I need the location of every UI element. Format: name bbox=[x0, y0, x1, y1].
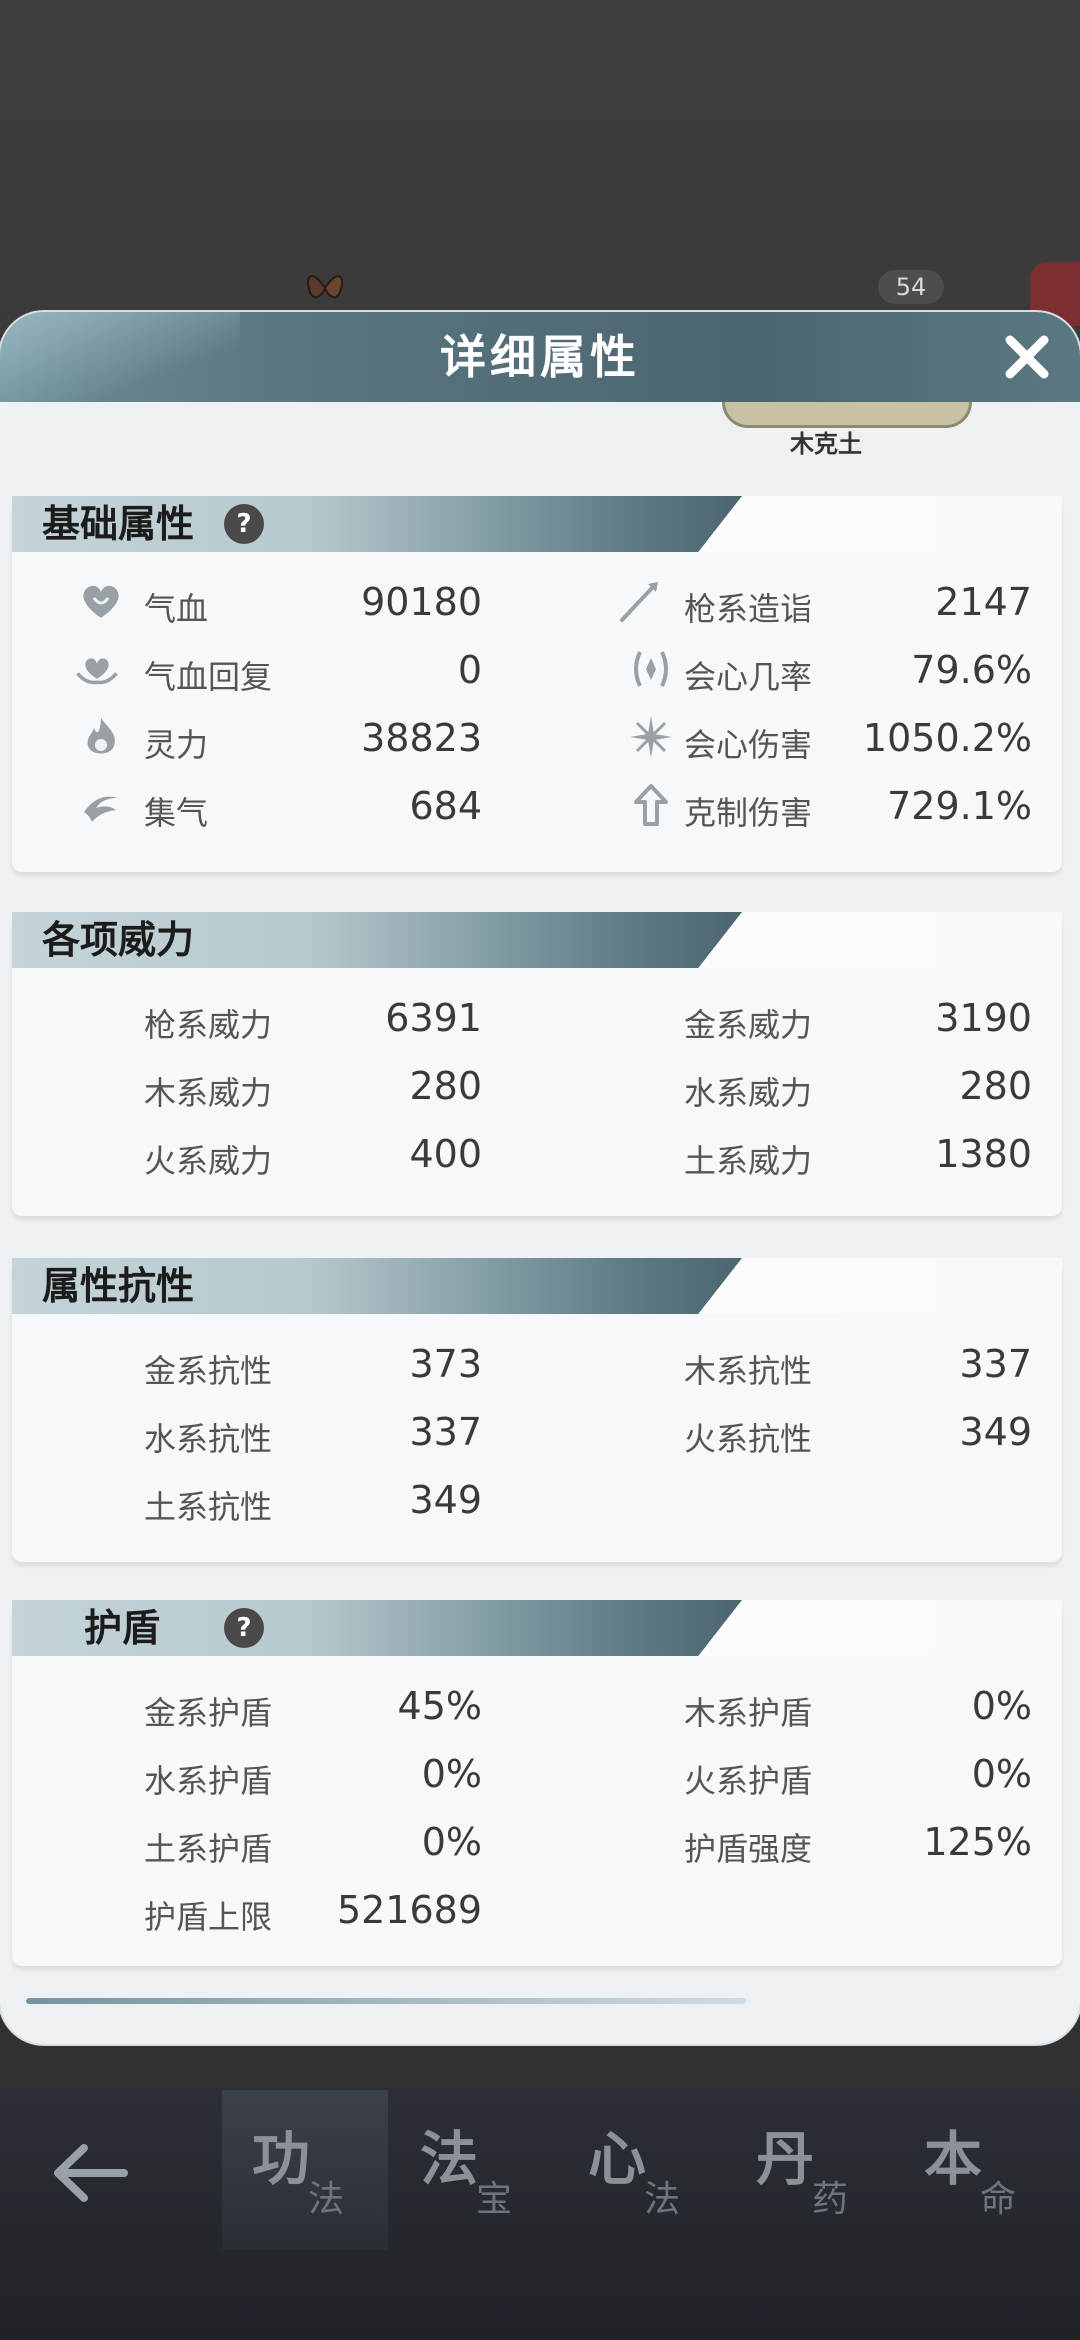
stat-value: 38823 bbox=[361, 716, 482, 760]
stat-label: 克制伤害 bbox=[684, 794, 813, 832]
basic-attributes-section: 基础属性 ? 气血 90180 气血回复 0 灵力 38823 集气 684 枪… bbox=[12, 496, 1062, 872]
nav-tab-danyao[interactable]: 丹 药 bbox=[726, 2090, 892, 2250]
emblem-label: 木克土 bbox=[790, 430, 862, 458]
stat-label: 护盾强度 bbox=[684, 1830, 813, 1868]
stat-value: 6391 bbox=[385, 996, 482, 1040]
nav-tab-gongfa[interactable]: 功 法 bbox=[222, 2090, 388, 2250]
stat-value: 337 bbox=[959, 1342, 1032, 1386]
stat-label: 金系抗性 bbox=[144, 1352, 273, 1390]
stat-value: 45% bbox=[397, 1684, 482, 1728]
nav-tab-small: 法 bbox=[308, 2179, 345, 2220]
stat-value: 2147 bbox=[935, 580, 1032, 624]
stat-value: 521689 bbox=[336, 1888, 482, 1932]
stat-value: 0% bbox=[971, 1684, 1032, 1728]
crit-burst-icon bbox=[630, 716, 672, 758]
swirl-icon bbox=[84, 796, 118, 822]
spear-icon bbox=[620, 582, 658, 622]
stat-label: 水系护盾 bbox=[144, 1762, 273, 1800]
stat-label: 集气 bbox=[144, 794, 209, 832]
stat-label: 枪系威力 bbox=[144, 1006, 273, 1044]
nav-tab-xinfa[interactable]: 心 法 bbox=[558, 2090, 724, 2250]
stat-value: 125% bbox=[923, 1820, 1032, 1864]
stat-value: 0% bbox=[421, 1820, 482, 1864]
stat-value: 90180 bbox=[361, 580, 482, 624]
stat-label: 火系抗性 bbox=[684, 1420, 813, 1458]
crit-rate-icon bbox=[634, 651, 668, 687]
stat-label: 护盾上限 bbox=[144, 1898, 273, 1936]
help-icon[interactable]: ? bbox=[224, 504, 264, 544]
nav-tab-big: 丹 bbox=[756, 2125, 815, 2193]
power-section: 各项威力 枪系威力 6391 木系威力 280 火系威力 400 金系威力 31… bbox=[12, 912, 1062, 1216]
level-badge: 54 bbox=[878, 270, 944, 304]
stat-label: 金系护盾 bbox=[144, 1694, 273, 1732]
panel-title: 详细属性 bbox=[440, 330, 640, 384]
stat-value: 684 bbox=[409, 784, 482, 828]
nav-tab-benming[interactable]: 本 命 bbox=[894, 2090, 1060, 2250]
stat-label: 火系护盾 bbox=[684, 1762, 813, 1800]
stat-label: 木系威力 bbox=[144, 1074, 273, 1112]
section-title: 护盾 bbox=[84, 1606, 161, 1650]
section-title: 各项威力 bbox=[42, 918, 195, 962]
stat-value: 0% bbox=[971, 1752, 1032, 1796]
detail-attributes-panel: 详细属性 木克土 基础属性 ? 气血 90180 气血回复 0 灵力 38823… bbox=[0, 312, 1080, 2044]
stat-value: 349 bbox=[959, 1410, 1032, 1454]
stat-label: 金系威力 bbox=[684, 1006, 813, 1044]
stat-label: 会心几率 bbox=[684, 658, 813, 696]
stat-value: 3190 bbox=[935, 996, 1032, 1040]
shield-section: 护盾 ? 金系护盾 45% 水系护盾 0% 土系护盾 0% 护盾上限 52168… bbox=[12, 1600, 1062, 1966]
close-icon[interactable] bbox=[996, 326, 1058, 388]
nav-tab-small: 宝 bbox=[476, 2179, 513, 2220]
stat-value: 280 bbox=[959, 1064, 1032, 1108]
nav-tab-big: 本 bbox=[924, 2125, 983, 2193]
stat-label: 气血回复 bbox=[144, 658, 273, 696]
stat-value: 729.1% bbox=[887, 784, 1032, 828]
stat-label: 枪系造诣 bbox=[684, 590, 813, 628]
stat-label: 木系抗性 bbox=[684, 1352, 813, 1390]
stat-label: 水系威力 bbox=[684, 1074, 813, 1112]
nav-tab-fabao[interactable]: 法 宝 bbox=[390, 2090, 556, 2250]
resistance-section: 属性抗性 金系抗性 373 水系抗性 337 土系抗性 349 木系抗性 337… bbox=[12, 1258, 1062, 1562]
heart-icon bbox=[83, 585, 119, 618]
stat-value: 1380 bbox=[935, 1132, 1032, 1176]
stat-value: 0% bbox=[421, 1752, 482, 1796]
stat-label: 会心伤害 bbox=[684, 726, 813, 764]
nav-tab-big: 功 bbox=[252, 2125, 311, 2193]
counter-arrow-icon bbox=[634, 784, 668, 826]
stat-value: 337 bbox=[409, 1410, 482, 1454]
stat-label: 气血 bbox=[144, 590, 209, 628]
stat-label: 火系威力 bbox=[144, 1142, 273, 1180]
stat-label: 木系护盾 bbox=[684, 1694, 813, 1732]
stat-value: 0 bbox=[457, 648, 482, 692]
scroll-indicator bbox=[26, 1998, 746, 2004]
stat-label: 灵力 bbox=[144, 726, 209, 764]
heal-icon bbox=[76, 658, 118, 685]
butterfly-icon bbox=[306, 275, 344, 299]
stat-value: 79.6% bbox=[911, 648, 1032, 692]
back-arrow-icon[interactable] bbox=[44, 2128, 134, 2218]
nav-tab-big: 心 bbox=[588, 2125, 647, 2193]
nav-tab-big: 法 bbox=[420, 2125, 479, 2193]
stat-label: 土系威力 bbox=[684, 1142, 813, 1180]
stat-value: 1050.2% bbox=[862, 716, 1032, 760]
stat-value: 349 bbox=[409, 1478, 482, 1522]
stat-value: 400 bbox=[409, 1132, 482, 1176]
stat-label: 水系抗性 bbox=[144, 1420, 273, 1458]
nav-tab-small: 法 bbox=[644, 2179, 681, 2220]
stat-label: 土系抗性 bbox=[144, 1488, 273, 1526]
stat-value: 373 bbox=[409, 1342, 482, 1386]
section-title: 属性抗性 bbox=[42, 1264, 195, 1308]
nav-tab-small: 命 bbox=[980, 2179, 1017, 2220]
section-title: 基础属性 bbox=[42, 502, 195, 546]
nav-tab-small: 药 bbox=[812, 2179, 849, 2220]
flame-icon bbox=[87, 718, 115, 754]
stat-label: 土系护盾 bbox=[144, 1830, 273, 1868]
stat-value: 280 bbox=[409, 1064, 482, 1108]
help-icon[interactable]: ? bbox=[224, 1608, 264, 1648]
